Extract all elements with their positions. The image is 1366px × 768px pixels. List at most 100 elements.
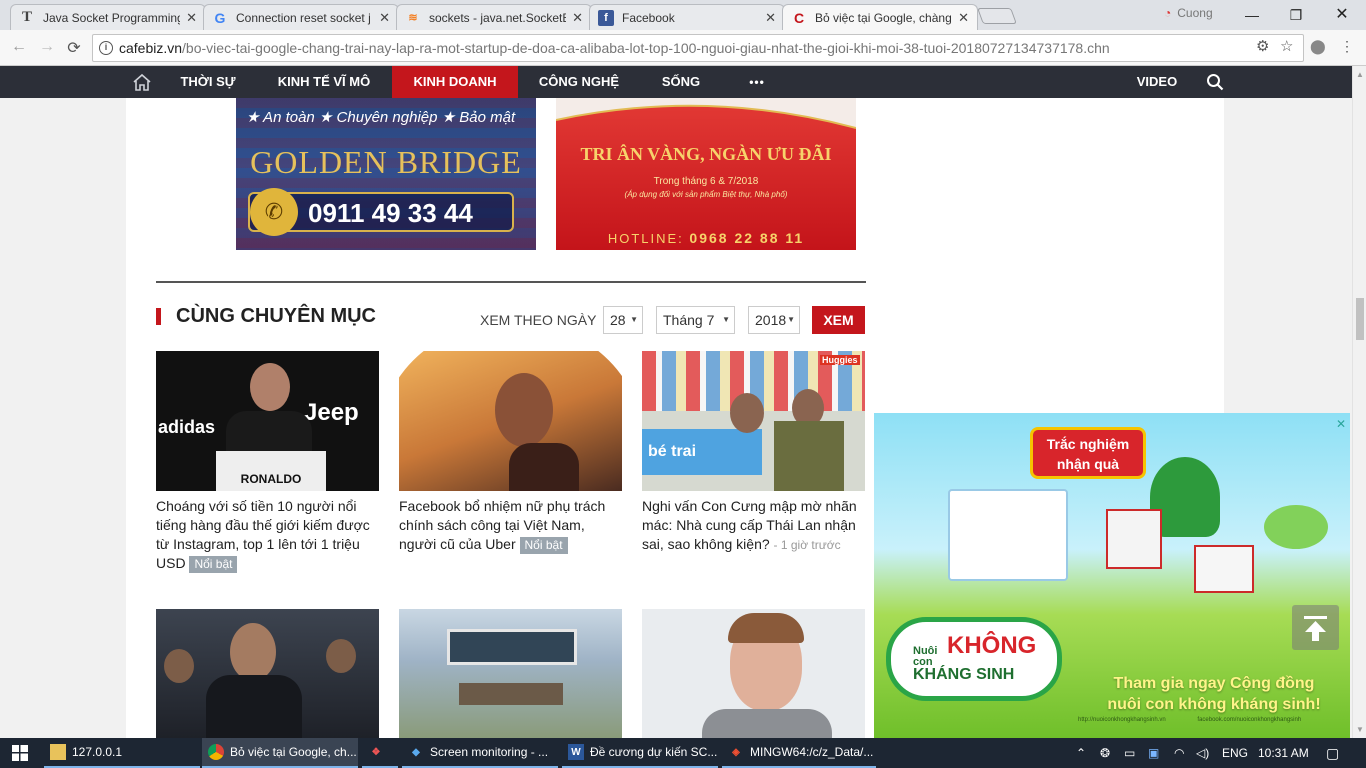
nav-item-kinh-doanh[interactable]: KINH DOANH — [392, 66, 518, 98]
browser-tab-active[interactable]: C Bỏ việc tại Google, chàng ✕ — [782, 4, 978, 30]
battery-icon[interactable]: ▭ — [1124, 738, 1135, 768]
store-sign: bé trai — [642, 429, 762, 475]
browser-tab[interactable]: T Java Socket Programming ✕ — [10, 4, 206, 30]
cta-line-2: nuôi con không kháng sinh! — [1107, 696, 1321, 713]
article-title-text[interactable]: Facebook bổ nhiệm nữ phụ trách chính sác… — [399, 498, 605, 552]
browser-tab[interactable]: f Facebook ✕ — [589, 4, 785, 30]
person-head — [230, 623, 276, 681]
article-thumbnail[interactable]: Huggies bé trai — [642, 351, 865, 491]
bookmark-star-icon[interactable]: ☆ — [1280, 37, 1293, 55]
promo-headline: TRI ÂN VÀNG, NGÀN ƯU ĐÃI — [580, 144, 832, 164]
notifications-icon[interactable]: ▢ — [1326, 738, 1339, 768]
close-icon[interactable]: ✕ — [765, 10, 776, 26]
home-icon[interactable] — [132, 73, 152, 91]
extension-icon[interactable]: ⬤ — [1310, 38, 1326, 55]
gift-box — [1106, 509, 1162, 569]
quiz-badge[interactable]: Trắc nghiệm nhận quà — [1030, 427, 1146, 479]
scrollbar-thumb[interactable] — [1356, 298, 1364, 340]
forward-button[interactable]: → — [36, 38, 58, 56]
article-title[interactable]: Choáng với số tiền 10 người nổi tiếng hà… — [156, 497, 379, 573]
search-icon[interactable] — [1206, 73, 1224, 91]
article-card[interactable]: Facebook bổ nhiệm nữ phụ trách chính sác… — [399, 351, 622, 554]
wifi-icon[interactable]: ◠ — [1174, 738, 1184, 768]
new-tab-button[interactable] — [977, 8, 1017, 24]
person-shirt — [702, 709, 832, 738]
info-icon[interactable]: i — [99, 41, 113, 55]
year-select[interactable]: 2018 ▼ — [748, 306, 800, 334]
brand-big-2: KHÁNG SINH — [913, 666, 1015, 683]
window-close-button[interactable]: ✕ — [1322, 4, 1362, 26]
ad-link-1[interactable]: http://nuoiconkhongkhangsinh.vn — [1078, 717, 1166, 723]
volume-icon[interactable]: ◁) — [1196, 738, 1209, 768]
close-icon[interactable]: ✕ — [572, 10, 583, 26]
article-thumbnail[interactable] — [399, 351, 622, 491]
article-card[interactable] — [156, 609, 379, 738]
scroll-down-icon[interactable]: ▼ — [1356, 725, 1364, 734]
person-head — [164, 649, 194, 683]
taskbar-label: Screen monitoring - ... — [430, 745, 549, 759]
article-thumbnail[interactable] — [399, 609, 622, 738]
month-select[interactable]: Tháng 7 ▼ — [656, 306, 735, 334]
view-button[interactable]: XEM — [812, 306, 865, 334]
tray-window-icon[interactable]: ▣ — [1148, 738, 1159, 768]
taskbar-item-word[interactable]: W Đề cương dự kiến SC... — [562, 738, 718, 768]
ad-cta[interactable]: Tham gia ngay Cộng đồng nuôi con không kh… — [1094, 673, 1334, 715]
taskbar-label: Đề cương dự kiến SC... — [590, 745, 718, 759]
cookie-blocked-icon[interactable]: ⚙ — [1256, 37, 1269, 55]
nav-more-icon[interactable]: ••• — [736, 66, 778, 98]
year-value: 2018 — [755, 312, 787, 328]
nav-item-song[interactable]: SỐNG — [650, 66, 712, 98]
ad-link-2[interactable]: facebook.com/nuoiconkhongkhangsinh — [1197, 717, 1301, 723]
close-icon[interactable]: ✕ — [958, 10, 969, 26]
nav-item-video[interactable]: VIDEO — [1128, 66, 1186, 98]
taskbar-label: MINGW64:/c/z_Data/... — [750, 745, 874, 759]
article-thumbnail[interactable] — [156, 609, 379, 738]
nav-item-thoi-su[interactable]: THỜI SỰ — [170, 66, 246, 98]
back-button[interactable]: ← — [8, 38, 30, 56]
taskbar-label: 127.0.0.1 — [72, 745, 123, 759]
article-thumbnail[interactable]: adidas Jeep RONALDO — [156, 351, 379, 491]
profile-icon: ◔ — [1164, 6, 1172, 20]
language-indicator[interactable]: ENG — [1222, 738, 1248, 768]
article-title[interactable]: Facebook bổ nhiệm nữ phụ trách chính sác… — [399, 497, 622, 554]
taskbar-item-chrome[interactable]: Bỏ việc tại Google, ch... — [202, 738, 358, 768]
day-select[interactable]: 28 ▼ — [603, 306, 643, 334]
browser-tab[interactable]: G Connection reset socket j ✕ — [203, 4, 399, 30]
taskbar-item-screen-monitoring[interactable]: ◆ Screen monitoring - ... — [402, 738, 558, 768]
menu-icon[interactable]: ⋮ — [1340, 38, 1354, 55]
article-card[interactable] — [642, 609, 865, 738]
article-card[interactable]: Huggies bé trai Nghi vấn Con Cưng mập mờ… — [642, 351, 865, 555]
promo-ad[interactable]: TRI ÂN VÀNG, NGÀN ƯU ĐÃI Trong tháng 6 &… — [556, 98, 856, 250]
floating-ad[interactable]: ✕ Trắc nghiệm nhận quà Nuôi con KHÔNG KHÁ… — [874, 413, 1350, 738]
article-title-text[interactable]: Choáng với số tiền 10 người nổi tiếng hà… — [156, 498, 370, 571]
tray-expand-icon[interactable]: ⌃ — [1076, 738, 1086, 768]
close-icon[interactable]: ✕ — [1336, 417, 1346, 431]
close-icon[interactable]: ✕ — [379, 10, 390, 26]
browser-tab[interactable]: ≋ sockets - java.net.SocketE ✕ — [396, 4, 592, 30]
nav-item-cong-nghe[interactable]: CÔNG NGHỆ — [532, 66, 626, 98]
windows-logo-icon — [12, 745, 28, 761]
tray-app-icon[interactable]: ❂ — [1100, 738, 1110, 768]
adidas-logo-text: adidas — [158, 417, 216, 437]
taskbar-item-terminal[interactable]: ◈ MINGW64:/c/z_Data/... — [722, 738, 876, 768]
golden-bridge-ad[interactable]: ★ An toàn ★ Chuyên nghiệp ★ Bảo mật GOLD… — [236, 98, 536, 250]
maximize-button[interactable]: ❐ — [1276, 4, 1316, 26]
taskbar-item-app[interactable]: ❖ — [362, 738, 398, 768]
profile-button[interactable]: ◔ Cuong — [1164, 6, 1213, 20]
nav-item-kinh-te-vi-mo[interactable]: KINH TẾ VĨ MÔ — [270, 66, 378, 98]
scroll-up-icon[interactable]: ▲ — [1356, 70, 1364, 79]
minimize-button[interactable]: — — [1232, 4, 1272, 26]
article-title[interactable]: Nghi vấn Con Cưng mập mờ nhãn mác: Nhà c… — [642, 497, 865, 555]
view-by-date-label: XEM THEO NGÀY — [480, 312, 597, 328]
article-thumbnail[interactable] — [642, 609, 865, 738]
close-icon[interactable]: ✕ — [186, 10, 197, 26]
article-card[interactable]: adidas Jeep RONALDO Choáng với số tiền 1… — [156, 351, 379, 573]
clock[interactable]: 10:31 AM — [1258, 738, 1309, 768]
page-scrollbar[interactable]: ▲ ▼ — [1352, 66, 1366, 738]
scroll-to-top-button[interactable] — [1292, 605, 1339, 650]
reload-button[interactable]: ⟳ — [63, 38, 85, 58]
start-button[interactable] — [0, 738, 40, 768]
article-card[interactable] — [399, 609, 622, 738]
address-bar[interactable]: i cafebiz.vn/bo-viec-tai-google-chang-tr… — [92, 34, 1304, 62]
taskbar-item-folder[interactable]: 127.0.0.1 — [44, 738, 200, 768]
